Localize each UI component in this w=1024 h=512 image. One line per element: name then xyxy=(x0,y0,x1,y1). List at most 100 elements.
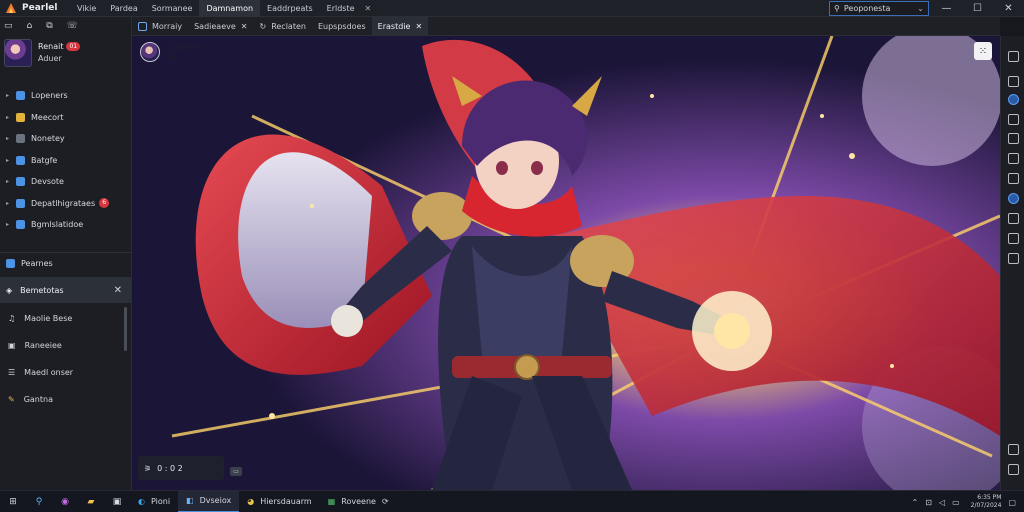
list-item-label: Gantna xyxy=(23,395,53,404)
chart-icon[interactable] xyxy=(1008,153,1019,164)
taskbar-app-active[interactable]: ◧ Dvseiox xyxy=(178,490,240,512)
menu-item-eaddrpeats[interactable]: Eaddrpeats xyxy=(260,0,320,17)
expand-icon[interactable]: ▭ xyxy=(230,467,242,476)
list-item[interactable]: ☰ Maedl onser xyxy=(0,359,131,386)
list-item-label: Maolie Bese xyxy=(24,314,73,323)
chevron-down-icon: ⌄ xyxy=(917,4,924,13)
taskbar-app[interactable]: ▦ Roveene ⟳ xyxy=(320,491,397,512)
document-icon[interactable] xyxy=(1008,114,1019,125)
close-icon[interactable]: ✕ xyxy=(114,285,122,296)
list-icon[interactable] xyxy=(1008,133,1019,144)
sidebar-toolbar: ▭ ⌂ ⧉ ☏ xyxy=(4,21,78,31)
square-icon[interactable] xyxy=(1008,76,1019,87)
speaker-icon[interactable]: ◁ xyxy=(939,498,945,507)
menu-item-erldste[interactable]: Erldste ✕ xyxy=(320,0,379,17)
search-icon[interactable]: ⚲ xyxy=(26,497,52,507)
list-item[interactable]: ✎ Gantna xyxy=(0,386,131,413)
user-icon: ⚲ xyxy=(834,4,840,13)
taskbar-app[interactable]: ◕ Hiersdauarm xyxy=(239,491,320,512)
playback-bar[interactable]: ⚞ 0 : 0 2 xyxy=(138,456,224,480)
store-icon[interactable]: ▣ xyxy=(104,497,130,507)
artwork-canvas[interactable]: Dadnetel by. ⁙ ⚞ 0 : 0 2 ▭ xyxy=(132,36,1000,490)
sidebar-item-selected[interactable]: ◈ Bemetotas ✕ xyxy=(0,277,131,303)
sidebar-item-nonetey[interactable]: ▸ Nonetey xyxy=(0,128,131,150)
clock[interactable]: 6:35 PM 2/07/2024 xyxy=(971,494,1002,510)
menu-item-vikie[interactable]: Vikie xyxy=(70,0,103,17)
folder-icon: ▣ xyxy=(8,341,16,350)
notification-icon[interactable]: ▢ xyxy=(1008,498,1016,507)
canvas-header: Dadnetel by. xyxy=(140,42,202,62)
info-icon[interactable] xyxy=(1008,464,1019,475)
artist-avatar[interactable] xyxy=(140,42,160,62)
tab-reclaten[interactable]: ↻ Reclaten xyxy=(253,17,311,36)
maximize-icon[interactable]: ☐ xyxy=(962,0,993,17)
clock-time: 6:35 PM xyxy=(977,494,1002,501)
chevron-up-icon[interactable]: ⌃ xyxy=(912,498,919,507)
network-icon[interactable]: ⊡ xyxy=(925,498,932,507)
pages-icon[interactable] xyxy=(1008,51,1019,62)
pin-icon[interactable] xyxy=(1008,444,1019,455)
close-window-icon[interactable]: ✕ xyxy=(993,0,1024,17)
layers-icon: ◈ xyxy=(6,285,13,295)
minimize-icon[interactable]: — xyxy=(931,0,962,17)
caret-right-icon: ▸ xyxy=(6,178,10,186)
list-item[interactable]: ▣ Raneeiee xyxy=(0,332,131,359)
playback-time: 0 : 0 2 xyxy=(157,463,183,473)
avatar[interactable] xyxy=(4,39,32,67)
title-bar: Pearlel Vikie Pardea Sormanee Damnamon E… xyxy=(0,0,1024,17)
edge-icon: ◐ xyxy=(138,497,145,506)
menu-item-sormanee[interactable]: Sormanee xyxy=(145,0,200,17)
sidebar-item-depatlhigrataes[interactable]: ▸ Depatlhigrataes 6 xyxy=(0,193,131,215)
sidebar-item-batgfe[interactable]: ▸ Batgfe xyxy=(0,150,131,172)
list-item[interactable]: ♫ Maolie Bese xyxy=(0,305,131,332)
hexagon-icon[interactable] xyxy=(1008,173,1019,184)
home-icon[interactable]: ⌂ xyxy=(27,21,33,31)
taskbar-app[interactable]: ◐ Pioni xyxy=(130,491,178,512)
caret-right-icon: ▸ xyxy=(6,113,10,121)
file-explorer-icon[interactable]: ▰ xyxy=(78,497,104,507)
caret-right-icon: ▸ xyxy=(6,221,10,229)
app-name: Pearlel xyxy=(22,3,58,13)
close-icon[interactable]: ✕ xyxy=(365,4,372,13)
tab-erastdie[interactable]: Erastdie ✕ xyxy=(371,16,429,36)
sidebar-item-bgmlslatidoe[interactable]: ▸ Bgmlslatidoe xyxy=(0,214,131,236)
list-icon: ☰ xyxy=(8,368,16,377)
text-icon[interactable] xyxy=(1008,253,1019,264)
caret-right-icon: ▸ xyxy=(6,135,10,143)
refresh-icon: ↻ xyxy=(259,21,267,31)
sidebar-item-meecort[interactable]: ▸ Meecort xyxy=(0,107,131,129)
sidebar-scrollbar[interactable] xyxy=(124,307,127,351)
play-icon[interactable]: ⚞ xyxy=(144,464,151,473)
tab-eupspsdoes[interactable]: Eupspsdoes xyxy=(312,17,372,36)
selected-item-label: Bemetotas xyxy=(20,285,64,295)
card-icon[interactable]: ▭ xyxy=(4,21,13,31)
search-dropdown[interactable]: ⚲ Peoponesta ⌄ xyxy=(829,1,929,16)
sidebar-item-label: Lopeners xyxy=(31,91,68,101)
search-dropdown-value: Peoponesta xyxy=(843,4,891,13)
grid-tool-icon[interactable]: ⁙ xyxy=(974,42,992,60)
menu-item-damnamon[interactable]: Damnamon xyxy=(199,0,261,17)
battery-icon[interactable]: ▭ xyxy=(952,498,960,507)
section-header[interactable]: Pearnes xyxy=(6,259,53,268)
close-icon[interactable]: ✕ xyxy=(241,22,248,31)
close-icon[interactable]: ✕ xyxy=(415,22,422,31)
sidebar: ▭ ⌂ ⧉ ☏ Renait 01 Aduer ▸ Lopeners ▸ Meecor… xyxy=(0,17,132,490)
sheet-icon: ▦ xyxy=(327,497,336,506)
tab-sadieaeve[interactable]: Sadieaeve ✕ xyxy=(188,17,253,36)
tab-morraiy[interactable]: Morraiy xyxy=(132,17,188,36)
sidebar-item-devsote[interactable]: ▸ Devsote xyxy=(0,171,131,193)
layers-icon[interactable] xyxy=(1008,193,1019,204)
sidebar-item-label: Meecort xyxy=(31,112,64,122)
sidebar-item-lopeners[interactable]: ▸ Lopeners xyxy=(0,85,131,107)
copilot-icon[interactable]: ◉ xyxy=(52,497,78,507)
profile-card[interactable]: Renait 01 Aduer xyxy=(4,39,81,67)
settings-icon[interactable] xyxy=(1008,213,1019,224)
menu-item-pardea[interactable]: Pardea xyxy=(103,0,144,17)
windows-start-icon[interactable]: ⊞ xyxy=(0,497,26,507)
phone-icon[interactable]: ☏ xyxy=(67,21,78,31)
globe-icon[interactable] xyxy=(1008,94,1019,105)
caret-right-icon: ▸ xyxy=(6,156,10,164)
scan-icon[interactable]: ⧉ xyxy=(46,21,52,31)
chrome-icon: ◕ xyxy=(247,497,255,506)
history-icon[interactable] xyxy=(1008,233,1019,244)
